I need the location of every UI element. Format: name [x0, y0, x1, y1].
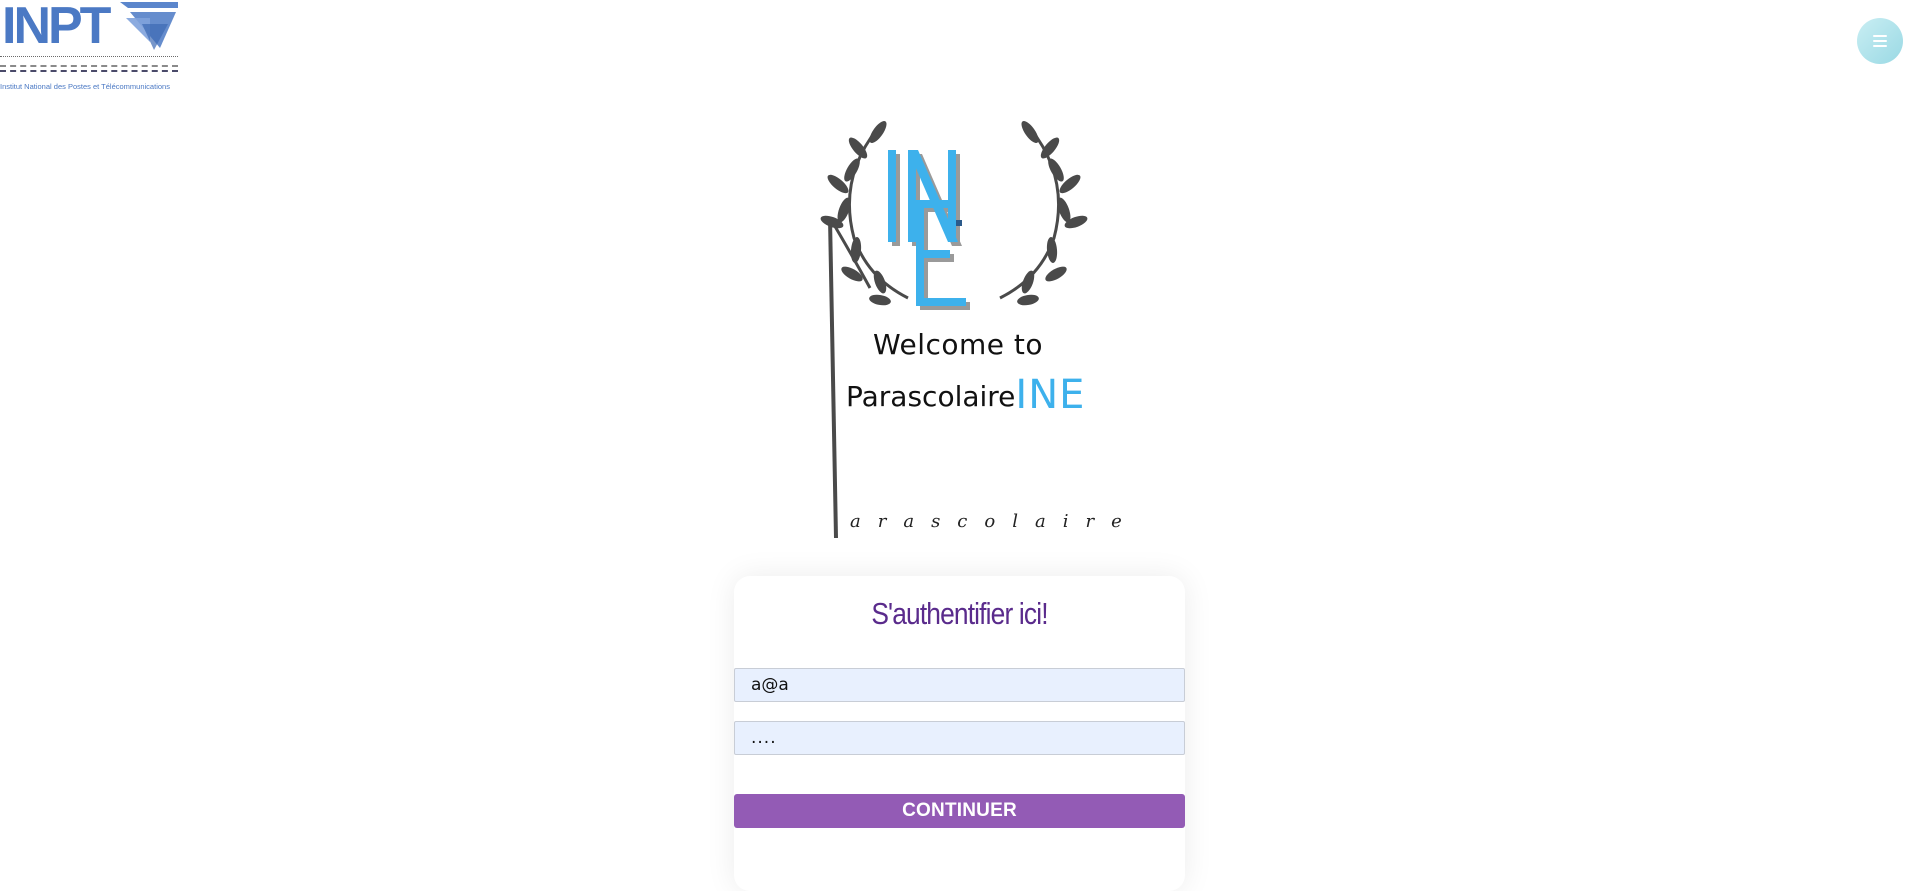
inpt-logo-subtitle: Institut National des Postes et Télécomm…: [0, 82, 170, 91]
inpt-logo-arabic-line: [0, 56, 178, 67]
welcome-heading: Welcome to: [872, 328, 1044, 361]
login-card: S'authentifier ici! CONTINUER: [734, 576, 1185, 891]
login-title: S'authentifier ici!: [871, 596, 1048, 631]
inpt-logo-text: INPT: [2, 0, 111, 55]
welcome-prefix: Parascolaire: [846, 380, 1016, 413]
menu-button[interactable]: [1857, 18, 1903, 64]
inpt-logo-tifinagh-line: [0, 70, 178, 80]
email-field[interactable]: [734, 668, 1185, 702]
continue-button[interactable]: CONTINUER: [734, 794, 1185, 828]
login-page: INPT Institut National des Postes et Tél…: [0, 0, 1918, 891]
inpt-logo-arrows-icon: [120, 2, 178, 50]
inpt-logo[interactable]: INPT Institut National des Postes et Tél…: [0, 0, 180, 94]
password-field[interactable]: [734, 721, 1185, 755]
hamburger-menu-icon: [1873, 35, 1887, 47]
crest-caption: arascolaire: [850, 511, 1139, 532]
welcome-subheading: ParascolaireINE: [846, 370, 1086, 418]
welcome-accent: INE: [1015, 372, 1086, 418]
ine-crest: Welcome to ParascolaireINE arascolaire: [818, 118, 1122, 538]
